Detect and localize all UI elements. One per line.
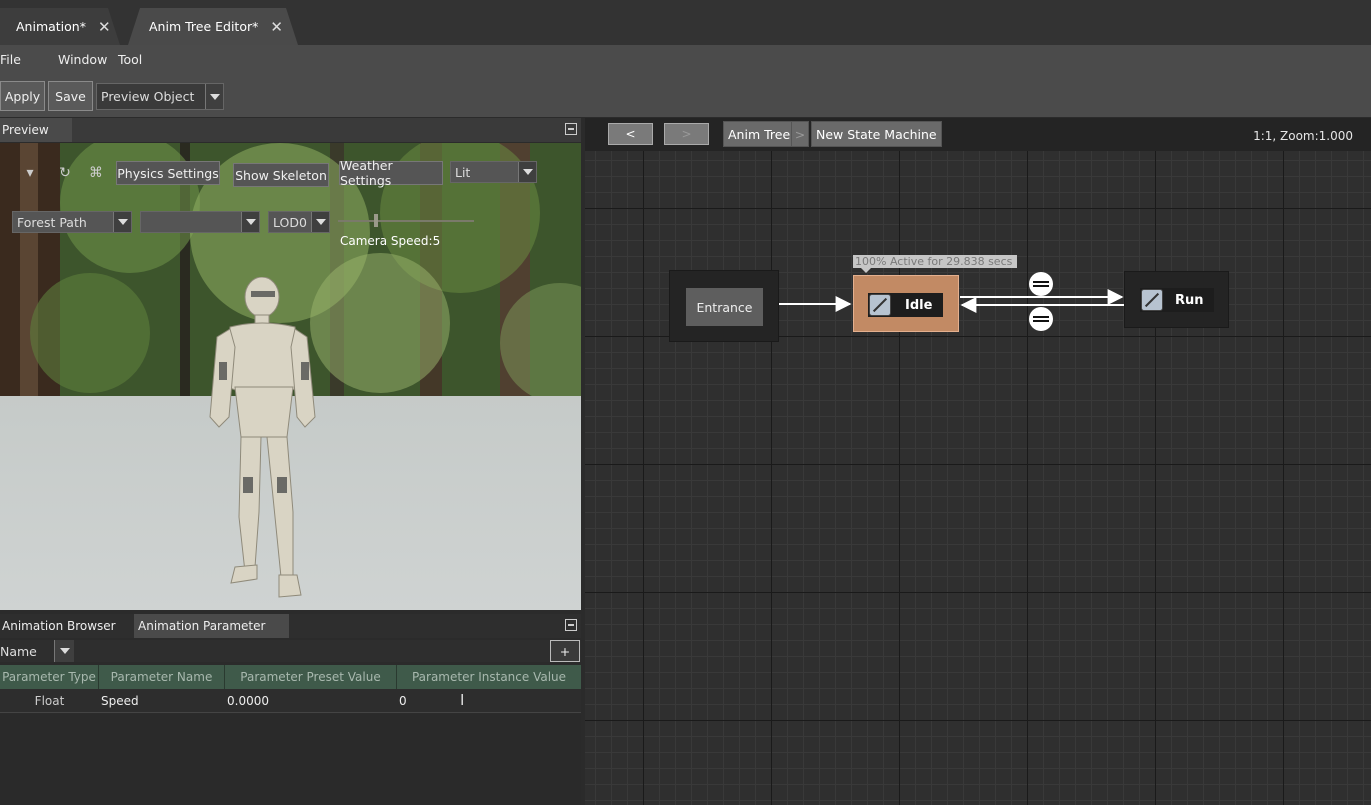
dock-pin-icon[interactable] — [565, 123, 577, 135]
document-tab-bar: Animation* ✕ Anim Tree Editor* ✕ — [0, 0, 1371, 45]
chevron-down-icon[interactable] — [205, 84, 223, 109]
menu-file[interactable]: File — [0, 52, 21, 67]
save-button[interactable]: Save — [48, 81, 93, 111]
filter-dropdown[interactable]: Name — [0, 640, 74, 662]
menu-tool[interactable]: Tool — [118, 52, 142, 67]
tab-label: Animation Parameter — [138, 619, 266, 633]
state-node-idle[interactable]: Idle — [853, 275, 959, 332]
weather-settings-button[interactable]: Weather Settings — [339, 158, 443, 188]
lod-dropdown[interactable]: LOD0 — [268, 211, 330, 233]
column-parameter-type[interactable]: Parameter Type — [0, 665, 99, 689]
refresh-icon[interactable]: ↻ — [54, 162, 76, 184]
character-model[interactable] — [205, 277, 325, 607]
active-state-indicator: 100% Active for 29.838 secs — [853, 255, 1017, 268]
tab-label: Anim Tree Editor* — [149, 19, 259, 34]
scene-value: Forest Path — [17, 214, 87, 230]
state-header: Run — [1140, 288, 1214, 312]
slider-handle[interactable] — [374, 214, 378, 227]
state-header: Idle — [868, 293, 943, 317]
scene-dropdown[interactable]: Forest Path — [12, 211, 132, 233]
chevron-down-icon[interactable] — [311, 212, 329, 232]
state-icon — [1141, 289, 1163, 311]
column-parameter-instance-value[interactable]: Parameter Instance Value — [397, 665, 581, 689]
cell-preset-value[interactable]: 0.0000 — [227, 689, 397, 713]
camera-speed-slider[interactable] — [338, 214, 474, 227]
animation-dropdown[interactable] — [140, 211, 260, 233]
filter-value: Name — [0, 643, 37, 659]
physics-settings-button[interactable]: Physics Settings — [116, 161, 220, 185]
state-node-run[interactable]: Run — [1124, 271, 1229, 328]
show-skeleton-button[interactable]: Show Skeleton — [233, 163, 329, 187]
column-parameter-name[interactable]: Parameter Name — [99, 665, 225, 689]
column-parameter-preset-value[interactable]: Parameter Preset Value — [225, 665, 397, 689]
lod-value: LOD0 — [273, 214, 307, 230]
chevron-down-icon[interactable] — [54, 640, 74, 662]
lighting-mode-dropdown[interactable]: Lit — [450, 161, 537, 183]
dock-pin-icon[interactable] — [565, 619, 577, 631]
transition-icon[interactable] — [1029, 307, 1053, 331]
bottom-panel-header: Animation Browser Animation Parameter — [0, 614, 581, 638]
chevron-down-icon[interactable] — [113, 212, 131, 232]
state-icon — [869, 294, 891, 316]
preview-object-dropdown[interactable]: Preview Object — [96, 83, 224, 110]
chevron-down-icon[interactable] — [518, 162, 536, 182]
state-machine-graph[interactable] — [585, 118, 1371, 805]
breadcrumb-separator: > — [791, 121, 809, 147]
tab-label: Animation Browser — [2, 619, 116, 633]
physics-icon[interactable]: ⌘ — [85, 162, 107, 184]
breadcrumb-anim-tree[interactable]: Anim Tree — [723, 121, 796, 147]
preview-panel-header: Preview — [0, 118, 581, 142]
panel-title: Preview — [2, 123, 49, 137]
lighting-mode-value: Lit — [455, 164, 471, 180]
cell-instance-value[interactable]: 0 — [399, 689, 581, 713]
tab-preview[interactable]: Preview — [0, 118, 72, 142]
parameter-table-header: Parameter Type Parameter Name Parameter … — [0, 665, 581, 689]
cell-type: Float — [34, 694, 65, 708]
graph-navigation-bar: < > Anim Tree > New State Machine 1:1, Z… — [585, 118, 1371, 151]
breadcrumb-new-state-machine[interactable]: New State Machine — [811, 121, 942, 147]
entrance-node[interactable]: Entrance — [669, 270, 779, 342]
tab-label: Animation* — [16, 19, 86, 34]
cell-name[interactable]: Speed — [101, 689, 225, 713]
transition-icon[interactable] — [1029, 272, 1053, 296]
menu-window[interactable]: Window — [58, 52, 107, 67]
state-label: Idle — [905, 297, 933, 313]
state-label: Run — [1175, 292, 1204, 308]
entrance-label: Entrance — [686, 288, 763, 326]
tab-animation[interactable]: Animation* ✕ — [0, 8, 120, 45]
chevron-down-icon[interactable] — [241, 212, 259, 232]
parameter-filter-row: Name + — [0, 640, 581, 662]
camera-menu-icon[interactable]: ▾ — [19, 162, 41, 184]
main-toolbar: Apply Save Preview Object — [0, 75, 1371, 117]
table-row[interactable]: Float Speed 0.0000 0 I — [0, 689, 581, 713]
zoom-indicator: 1:1, Zoom:1.000 — [1253, 129, 1353, 143]
tab-anim-tree-editor[interactable]: Anim Tree Editor* ✕ — [128, 8, 298, 45]
camera-speed-label: Camera Speed:5 — [340, 234, 441, 248]
preview-object-label: Preview Object — [101, 89, 195, 104]
forward-button[interactable]: > — [664, 123, 709, 145]
menu-bar: File Window Tool — [0, 45, 1371, 75]
back-button[interactable]: < — [608, 123, 653, 145]
tab-animation-parameter[interactable]: Animation Parameter — [134, 614, 289, 638]
add-parameter-button[interactable]: + — [550, 640, 580, 662]
apply-button[interactable]: Apply — [0, 81, 45, 111]
preview-viewport[interactable]: ▾ ↻ ⌘ Physics Settings Show Skeleton Wea… — [0, 143, 581, 610]
parameter-table-empty-area — [0, 714, 581, 805]
tab-animation-browser[interactable]: Animation Browser — [0, 614, 132, 638]
close-icon[interactable]: ✕ — [270, 18, 283, 36]
close-icon[interactable]: ✕ — [98, 18, 111, 36]
text-cursor-icon: I — [460, 691, 465, 709]
active-indicator-pointer — [861, 268, 871, 273]
